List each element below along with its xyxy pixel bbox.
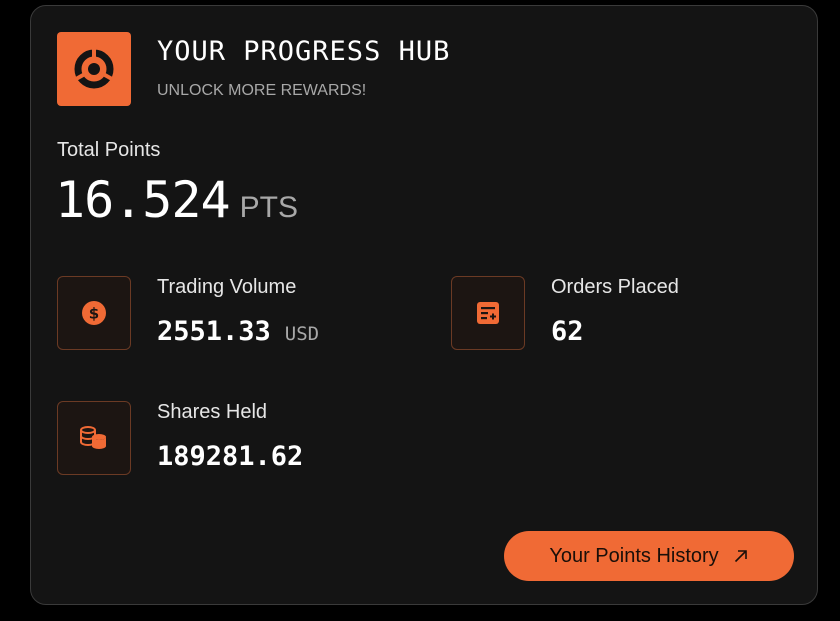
stat-trading-volume: $ Trading Volume 2551.33 USD xyxy=(57,276,417,356)
stat-unit: USD xyxy=(284,323,320,345)
stat-label: Trading Volume xyxy=(157,276,297,298)
page-title: YOUR PROGRESS HUB xyxy=(157,36,451,67)
stat-value: 62 xyxy=(551,316,584,347)
arrow-up-right-icon xyxy=(733,548,749,564)
stat-orders-placed: Orders Placed 62 xyxy=(451,276,811,356)
total-points-unit: PTS xyxy=(239,191,298,224)
total-points-label: Total Points xyxy=(57,139,161,161)
stat-value: 2551.33 xyxy=(157,316,271,347)
stat-label: Shares Held xyxy=(157,401,268,423)
points-history-button[interactable]: Your Points History xyxy=(504,531,794,581)
stat-value-row: 2551.33 USD xyxy=(157,316,319,347)
segmented-ring-logo-icon xyxy=(57,32,131,106)
stat-value-row: 189281.62 xyxy=(157,441,317,472)
progress-hub-card: YOUR PROGRESS HUB UNLOCK MORE REWARDS! T… xyxy=(30,5,818,605)
stat-value-row: 62 xyxy=(551,316,598,347)
stat-label: Orders Placed xyxy=(551,276,679,298)
total-points-value: 16.524 xyxy=(55,171,231,229)
stat-shares-held: Shares Held 189281.62 xyxy=(57,401,417,481)
total-points-display: 16.524 PTS xyxy=(55,171,298,229)
svg-text:$: $ xyxy=(89,305,99,323)
dollar-coin-icon: $ xyxy=(57,276,131,350)
order-list-add-icon xyxy=(451,276,525,350)
coin-stack-icon xyxy=(57,401,131,475)
stat-value: 189281.62 xyxy=(157,441,304,472)
points-history-button-label: Your Points History xyxy=(549,544,719,567)
page-subtitle: UNLOCK MORE REWARDS! xyxy=(157,82,367,99)
